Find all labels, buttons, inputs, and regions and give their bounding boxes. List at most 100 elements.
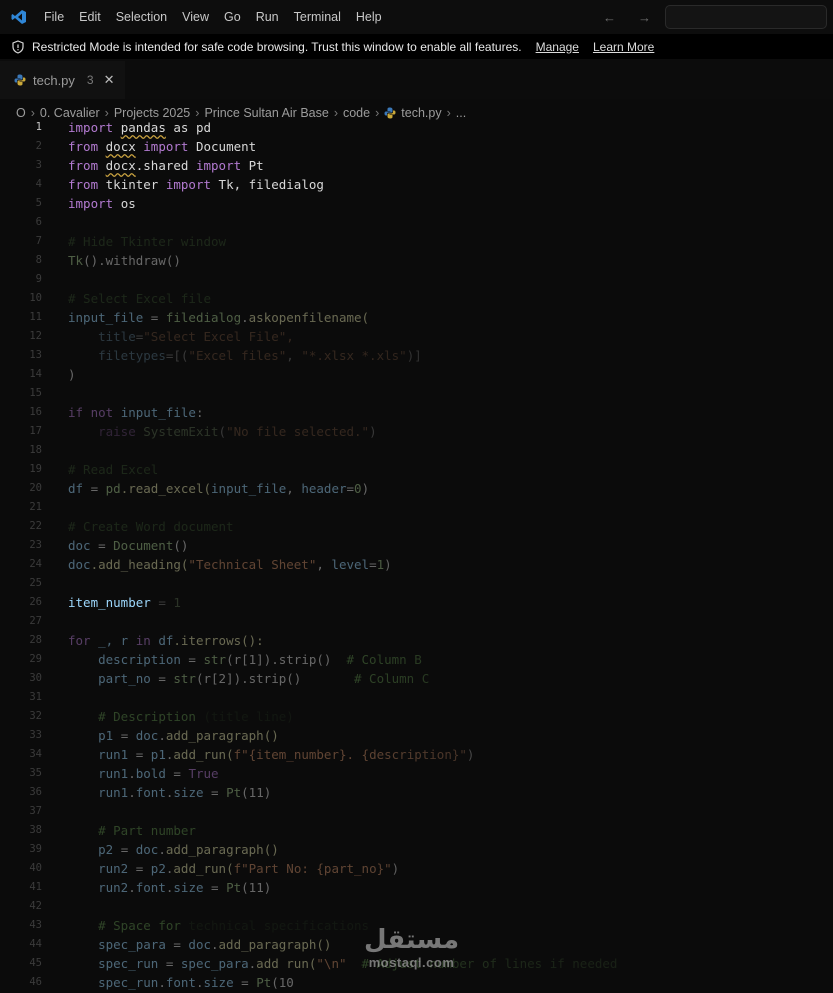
line-number: 15 xyxy=(29,387,42,399)
code-line-40: run2 = p2.add_run(f"Part No: {part_no}") xyxy=(68,859,833,878)
code-line-46: spec_run.font.size = Pt(10 xyxy=(68,973,833,992)
manage-link[interactable]: Manage xyxy=(536,40,579,54)
learn-more-link[interactable]: Learn More xyxy=(593,40,654,54)
menu-file[interactable]: File xyxy=(44,10,64,24)
code-line-24: doc.add_heading("Technical Sheet", level… xyxy=(68,555,833,574)
token: spec_run xyxy=(98,975,159,990)
line-number: 13 xyxy=(29,349,42,361)
token: run1 xyxy=(98,785,129,800)
tab-tech-py[interactable]: tech.py 3 ✕ xyxy=(0,61,125,99)
token: "\n" xyxy=(316,956,347,971)
line-number: 4 xyxy=(35,178,42,190)
token: = xyxy=(128,747,151,762)
token: = xyxy=(113,842,136,857)
line-number: 40 xyxy=(29,862,42,874)
token: df xyxy=(68,481,84,496)
token: = xyxy=(150,595,174,610)
token: (title line) xyxy=(195,709,294,724)
token: # Description xyxy=(98,709,196,724)
line-number: 37 xyxy=(29,805,42,817)
token: spec_para xyxy=(180,956,249,971)
code-line-17: raise SystemExit("No file selected.") xyxy=(68,422,833,441)
code-line-36: run1.font.size = Pt(11) xyxy=(68,783,833,802)
token: Tk, filedialog xyxy=(218,177,324,192)
token: run1 xyxy=(98,747,129,762)
token: # Create Word document xyxy=(68,519,234,534)
code-content[interactable]: import pandas as pd from docx import Doc… xyxy=(68,118,833,992)
menu-run[interactable]: Run xyxy=(256,10,279,24)
line-number: 8 xyxy=(35,254,42,266)
token: title xyxy=(98,329,136,344)
token: str xyxy=(203,652,227,667)
line-number: 32 xyxy=(29,710,42,722)
token: (11) xyxy=(241,880,272,895)
menu-help[interactable]: Help xyxy=(356,10,382,24)
menu-go[interactable]: Go xyxy=(224,10,241,24)
token: = xyxy=(128,861,151,876)
token: ) xyxy=(391,861,400,876)
line-number: 36 xyxy=(29,786,42,798)
token: not xyxy=(90,405,121,420)
token: Pt xyxy=(256,975,272,990)
token: f"{item_number}. {description}" xyxy=(233,747,467,762)
line-number: 22 xyxy=(29,520,42,532)
menu-selection[interactable]: Selection xyxy=(116,10,167,24)
token: "No file selected." xyxy=(226,424,370,439)
code-line-5: import os xyxy=(68,194,833,213)
token: p1 xyxy=(150,747,166,762)
token: Pt xyxy=(248,158,264,173)
token: docx xyxy=(105,158,136,173)
token: p1 xyxy=(98,728,114,743)
code-line-2: from docx import Document xyxy=(68,137,833,156)
token: ) xyxy=(68,367,76,382)
token: .read_excel( xyxy=(120,481,212,496)
token: size xyxy=(173,785,204,800)
code-line-7: # Hide Tkinter window xyxy=(68,232,833,251)
token: Document xyxy=(195,139,257,154)
code-editor[interactable]: 1 2 3 4 5 6 7 8 9 10 11 12 13 14 15 16 17 18 19 20 21 22 23 24 2… xyxy=(0,118,833,993)
token: , xyxy=(316,557,332,572)
line-number: 39 xyxy=(29,843,42,855)
token: 0 xyxy=(354,481,362,496)
code-line-3: from docx.shared import Pt xyxy=(68,156,833,175)
forward-arrow-icon[interactable]: → xyxy=(638,10,651,25)
code-line-41: run2.font.size = Pt(11) xyxy=(68,878,833,897)
token: askopenfilename( xyxy=(248,310,370,325)
token: (r[1]).strip() xyxy=(226,652,332,667)
token: = xyxy=(165,766,189,781)
token: bold xyxy=(135,766,166,781)
back-arrow-icon[interactable]: ← xyxy=(603,10,616,25)
token: ().withdraw() xyxy=(83,253,181,268)
menu-terminal[interactable]: Terminal xyxy=(294,10,341,24)
line-number: 3 xyxy=(35,159,42,171)
token: = xyxy=(180,652,204,667)
menubar: File Edit Selection View Go Run Terminal… xyxy=(0,0,833,34)
line-number: 19 xyxy=(29,463,42,475)
token: for xyxy=(68,633,99,648)
token: input_file xyxy=(68,310,144,325)
menu-view[interactable]: View xyxy=(182,10,209,24)
command-center-search[interactable] xyxy=(665,5,827,29)
menu-edit[interactable]: Edit xyxy=(79,10,101,24)
token: 1 xyxy=(173,595,181,610)
token: docx xyxy=(105,139,136,154)
line-number: 5 xyxy=(35,197,42,209)
token: size xyxy=(203,975,234,990)
line-number: 10 xyxy=(29,292,42,304)
line-number: 2 xyxy=(35,140,42,152)
line-number: 6 xyxy=(35,216,42,228)
code-line-13: filetypes=[("Excel files", "*.xlsx *.xls… xyxy=(68,346,833,365)
token: spec_run xyxy=(98,956,159,971)
close-tab-icon[interactable]: ✕ xyxy=(104,72,115,88)
token: = xyxy=(346,481,355,496)
token: .shared xyxy=(135,158,189,173)
watermark-latin: mostaql.com xyxy=(368,955,455,970)
